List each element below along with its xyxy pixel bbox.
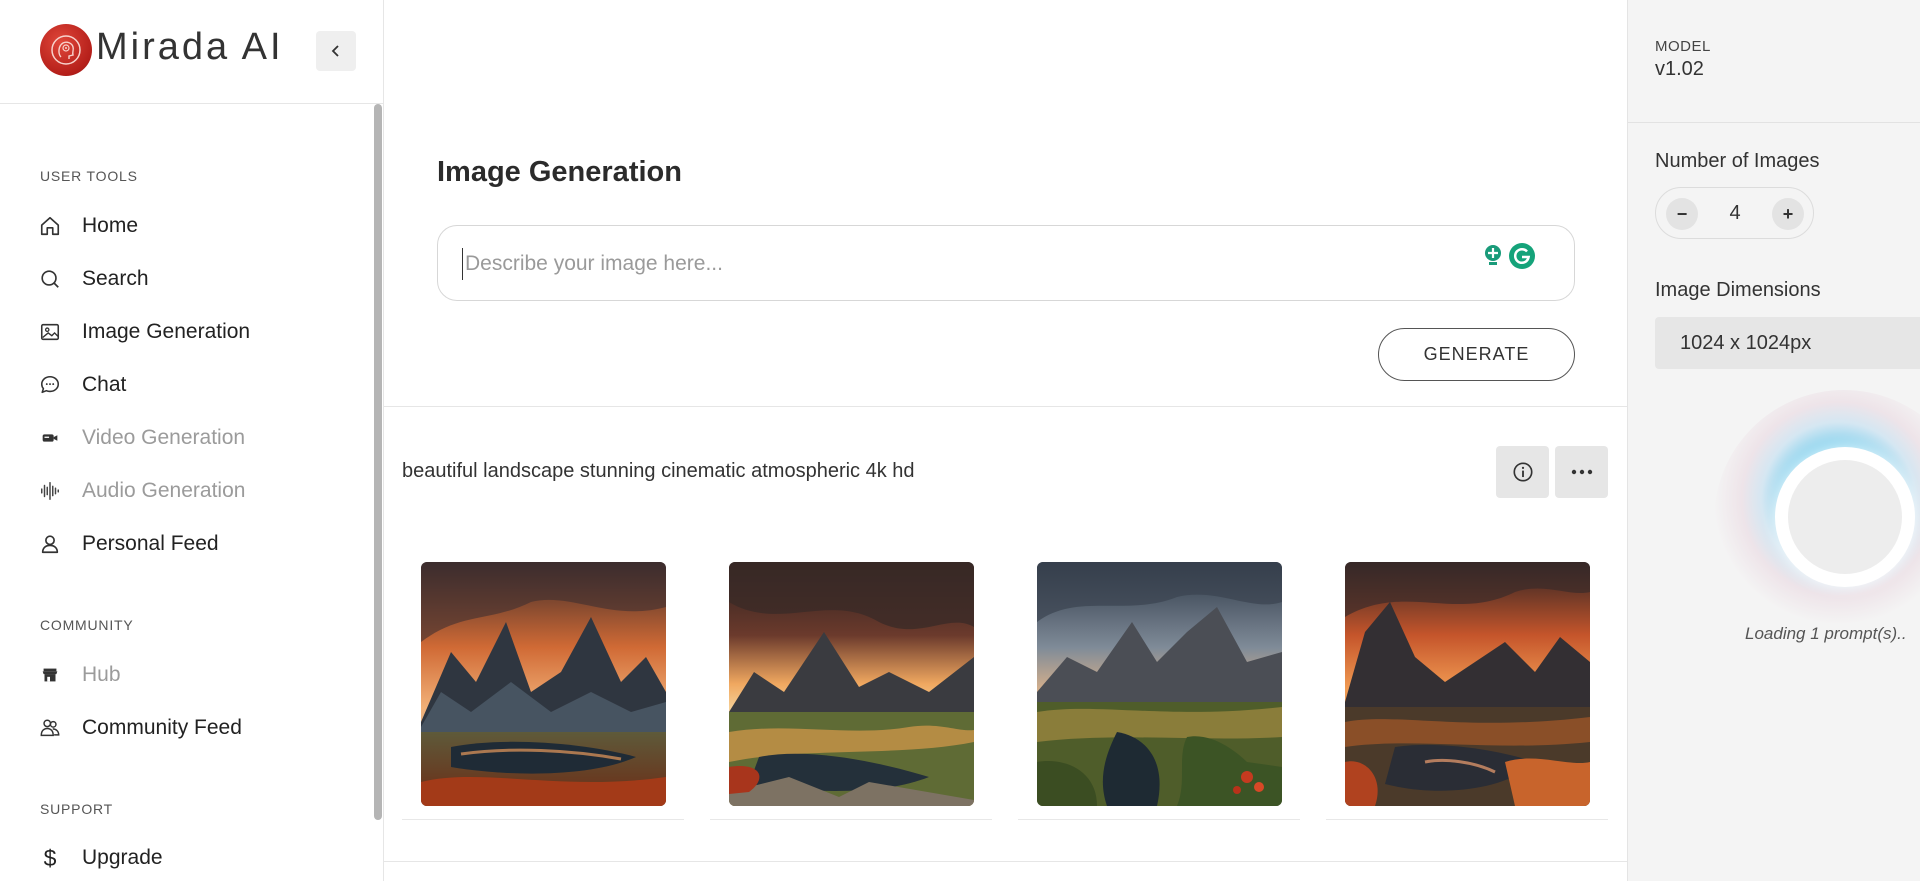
generated-image-1[interactable] <box>421 562 666 806</box>
sidebar-item-label: Hub <box>82 663 121 686</box>
divider <box>1628 122 1920 123</box>
prompt-box <box>437 225 1575 301</box>
image-icon <box>38 320 62 344</box>
chat-icon <box>38 373 62 397</box>
info-icon <box>1512 462 1533 482</box>
prompt-input[interactable] <box>462 248 1442 280</box>
sidebar-item-label: Chat <box>82 373 127 396</box>
store-icon <box>38 663 62 687</box>
increment-button[interactable]: + <box>1772 198 1804 230</box>
info-button[interactable] <box>1496 446 1549 498</box>
sidebar-scrollbar-thumb[interactable] <box>374 104 382 820</box>
loading-core <box>1788 460 1902 574</box>
home-icon <box>38 214 62 238</box>
sidebar-item-community-feed[interactable]: Community Feed <box>38 711 358 745</box>
model-label: MODEL <box>1655 38 1711 55</box>
brand-header: Mirada AI <box>0 0 383 104</box>
sidebar-item-video-generation[interactable]: Video Generation <box>38 421 358 455</box>
video-icon <box>38 426 62 450</box>
page-title: Image Generation <box>437 156 682 188</box>
generated-image-2[interactable] <box>729 562 974 806</box>
chevron-left-icon <box>331 45 339 57</box>
sidebar-item-hub[interactable]: Hub <box>38 658 358 692</box>
sidebar-scrollbar[interactable] <box>373 104 383 881</box>
sidebar-item-home[interactable]: Home <box>38 209 358 243</box>
sidebar-item-label: Image Generation <box>82 320 251 343</box>
section-label-support: SUPPORT <box>40 801 114 817</box>
image-divider <box>710 819 992 820</box>
more-horizontal-icon <box>1571 469 1592 475</box>
loading-status-text: Loading 1 prompt(s).. <box>1745 624 1907 643</box>
generated-image-4[interactable] <box>1345 562 1590 806</box>
more-options-button[interactable] <box>1555 446 1608 498</box>
dimensions-select[interactable]: 1024 x 1024px <box>1655 317 1920 369</box>
main-content: Image Generation GENERATE beautiful land… <box>384 0 1627 881</box>
sidebar-item-label: Upgrade <box>82 846 163 869</box>
grammarly-icon[interactable] <box>1508 242 1536 270</box>
section-label-user-tools: USER TOOLS <box>40 168 138 184</box>
divider <box>384 406 1627 407</box>
dollar-icon: $ <box>43 844 57 871</box>
loading-spinner <box>1714 390 1920 650</box>
sidebar-item-upgrade[interactable]: $ Upgrade <box>38 841 358 875</box>
user-icon <box>38 532 62 556</box>
image-divider <box>1018 819 1300 820</box>
num-images-label: Number of Images <box>1655 150 1820 172</box>
sidebar-item-personal-feed[interactable]: Personal Feed <box>38 527 358 561</box>
sidebar: Mirada AI USER TOOLS Home Search Image G… <box>0 0 384 881</box>
sidebar-item-label: Community Feed <box>82 716 242 739</box>
sidebar-item-label: Home <box>82 214 139 237</box>
collapse-sidebar-button[interactable] <box>316 31 356 71</box>
sidebar-item-audio-generation[interactable]: Audio Generation <box>38 474 358 508</box>
section-label-community: COMMUNITY <box>40 617 134 633</box>
logo-icon <box>40 24 92 76</box>
sidebar-item-image-generation[interactable]: Image Generation <box>38 315 358 349</box>
audio-waveform-icon <box>38 479 62 503</box>
decrement-button[interactable]: − <box>1666 198 1698 230</box>
image-divider <box>402 819 684 820</box>
sidebar-item-label: Search <box>82 267 149 290</box>
generated-image-3[interactable] <box>1037 562 1282 806</box>
sidebar-item-label: Audio Generation <box>82 479 246 502</box>
search-icon <box>38 267 62 291</box>
dimensions-label: Image Dimensions <box>1655 279 1821 301</box>
extension-icons <box>1480 241 1536 271</box>
sidebar-item-label: Personal Feed <box>82 532 219 555</box>
result-prompt-text: beautiful landscape stunning cinematic a… <box>402 460 915 482</box>
divider <box>384 861 1627 862</box>
settings-panel: MODEL v1.02 Number of Images − 4 + Image… <box>1627 0 1920 881</box>
dimensions-value: 1024 x 1024px <box>1680 332 1812 354</box>
users-icon <box>38 716 62 740</box>
lightbulb-icon[interactable] <box>1482 243 1504 269</box>
sidebar-item-label: Video Generation <box>82 426 246 449</box>
image-divider <box>1326 819 1608 820</box>
sidebar-item-chat[interactable]: Chat <box>38 368 358 402</box>
generate-button[interactable]: GENERATE <box>1378 328 1575 381</box>
num-images-value[interactable]: 4 <box>1714 202 1756 225</box>
brand-name: Mirada AI <box>96 26 284 68</box>
num-images-stepper: − 4 + <box>1655 187 1814 239</box>
sidebar-item-search[interactable]: Search <box>38 262 358 296</box>
model-value: v1.02 <box>1655 58 1704 80</box>
